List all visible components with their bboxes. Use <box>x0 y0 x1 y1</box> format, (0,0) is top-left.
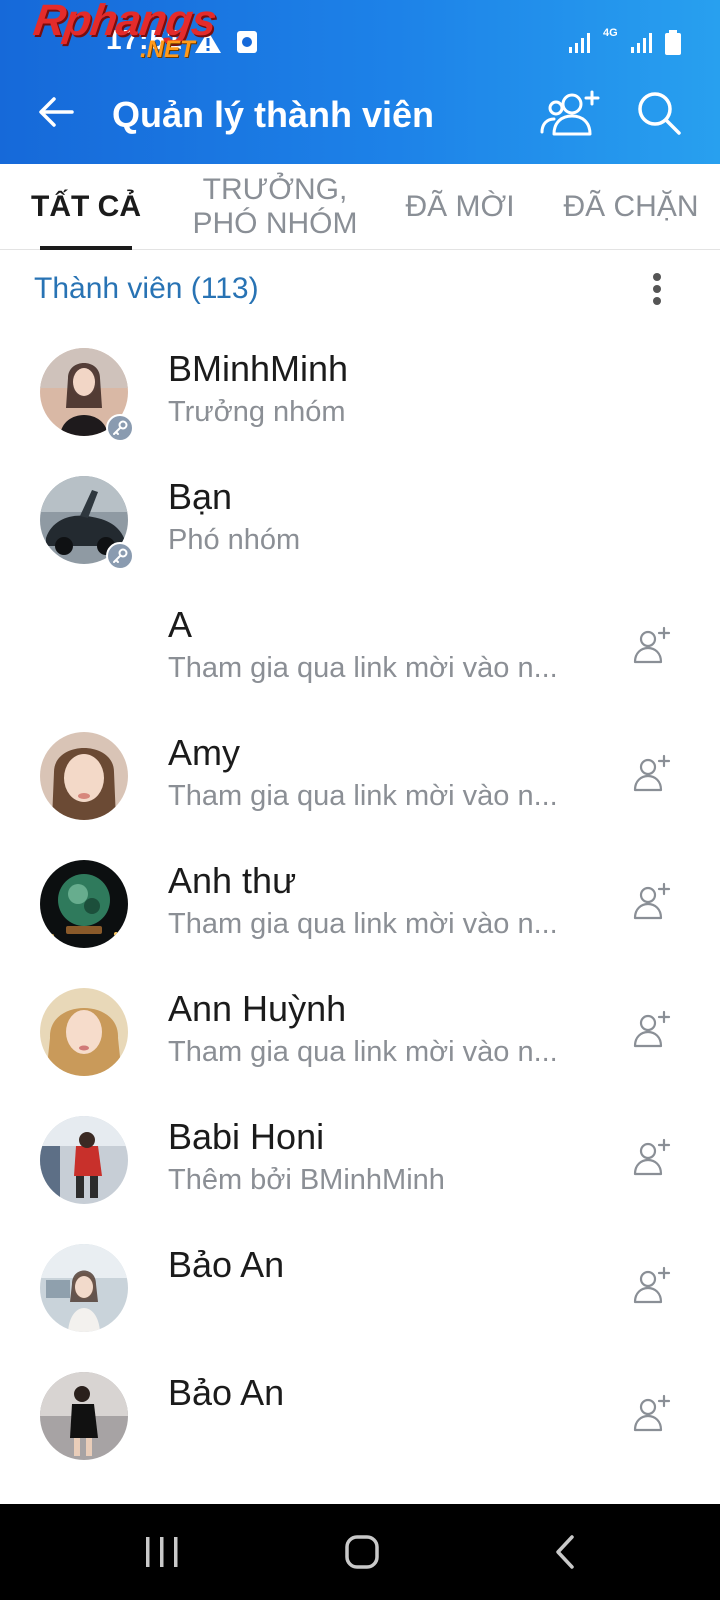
recent-apps-icon[interactable] <box>144 1534 180 1570</box>
member-row[interactable]: Babi Honi Thêm bởi BMinhMinh <box>0 1096 720 1224</box>
active-tab-indicator <box>40 246 132 250</box>
member-name: Babi Honi <box>168 1116 325 1157</box>
avatar <box>40 988 128 1076</box>
network-type-label: 4G <box>603 27 618 39</box>
member-name: Bạn <box>168 476 233 517</box>
members-count-title: Thành viên (113) <box>34 272 259 305</box>
system-nav-bar <box>0 1504 720 1600</box>
member-subtitle: Tham gia qua link mời vào n... <box>168 780 558 812</box>
members-section-header: Thành viên (113) <box>0 252 720 326</box>
member-name: Amy <box>168 732 240 773</box>
signal-icon <box>631 33 652 53</box>
member-name: Ann Huỳnh <box>168 988 347 1029</box>
key-icon <box>106 414 134 442</box>
member-row[interactable]: BMinhMinh Trưởng nhóm <box>0 328 720 456</box>
add-members-icon[interactable] <box>540 88 604 140</box>
member-subtitle: Tham gia qua link mời vào n... <box>168 1036 558 1068</box>
back-icon[interactable] <box>552 1534 580 1570</box>
key-icon <box>106 542 134 570</box>
avatar <box>40 860 128 948</box>
add-friend-icon[interactable] <box>632 754 672 794</box>
add-friend-icon[interactable] <box>632 626 672 666</box>
member-list: BMinhMinh Trưởng nhóm Bạn Phó nhóm A Tha… <box>0 328 720 1480</box>
member-name: A <box>168 604 193 645</box>
member-subtitle: Tham gia qua link mời vào n... <box>168 908 558 940</box>
member-row[interactable]: Amy Tham gia qua link mời vào n... <box>0 712 720 840</box>
signal-icon <box>569 33 590 53</box>
member-subtitle: Thêm bởi BMinhMinh <box>168 1164 445 1196</box>
member-row[interactable]: Bạn Phó nhóm <box>0 456 720 584</box>
status-bar: 17:51 4G <box>0 0 720 64</box>
member-name: Anh thư <box>168 860 297 901</box>
avatar <box>40 732 128 820</box>
member-row[interactable]: Anh thư Tham gia qua link mời vào n... <box>0 840 720 968</box>
more-options-icon[interactable] <box>652 272 662 306</box>
avatar <box>40 1116 128 1204</box>
member-tabs: TẤT CẢ TRƯỞNG, PHÓ NHÓM ĐÃ MỜI ĐÃ CHẶN <box>0 164 720 250</box>
tab-blocked[interactable]: ĐÃ CHẶN <box>556 164 706 250</box>
add-friend-icon[interactable] <box>632 1010 672 1050</box>
warning-icon <box>195 31 221 53</box>
avatar <box>40 604 128 692</box>
member-subtitle: Tham gia qua link mời vào n... <box>168 652 558 684</box>
page-title: Quản lý thành viên <box>112 94 435 135</box>
tab-invited[interactable]: ĐÃ MỜI <box>398 164 522 250</box>
top-bar: 17:51 4G Quản lý thành viên Rphangs .NET <box>0 0 720 164</box>
battery-icon <box>665 30 681 55</box>
add-friend-icon[interactable] <box>632 1394 672 1434</box>
status-time: 17:51 <box>106 24 183 55</box>
member-name: Bảo An <box>168 1244 285 1285</box>
member-name: BMinhMinh <box>168 348 349 389</box>
member-name: Bảo An <box>168 1372 285 1413</box>
avatar <box>40 1244 128 1332</box>
sim-card-icon <box>237 31 257 53</box>
tab-leaders[interactable]: TRƯỞNG, PHÓ NHÓM <box>182 164 368 250</box>
member-role: Trưởng nhóm <box>168 396 346 428</box>
add-friend-icon[interactable] <box>632 882 672 922</box>
back-arrow-icon[interactable] <box>36 92 76 132</box>
add-friend-icon[interactable] <box>632 1266 672 1306</box>
member-row[interactable]: Bảo An <box>0 1352 720 1480</box>
tab-all[interactable]: TẤT CẢ <box>24 164 148 250</box>
member-role: Phó nhóm <box>168 524 301 556</box>
avatar <box>40 1372 128 1460</box>
member-row[interactable]: A Tham gia qua link mời vào n... <box>0 584 720 712</box>
app-header: Quản lý thành viên <box>0 66 720 164</box>
member-row[interactable]: Ann Huỳnh Tham gia qua link mời vào n... <box>0 968 720 1096</box>
search-icon[interactable] <box>636 90 682 136</box>
add-friend-icon[interactable] <box>632 1138 672 1178</box>
home-icon[interactable] <box>344 1534 380 1570</box>
member-row[interactable]: Bảo An <box>0 1224 720 1352</box>
